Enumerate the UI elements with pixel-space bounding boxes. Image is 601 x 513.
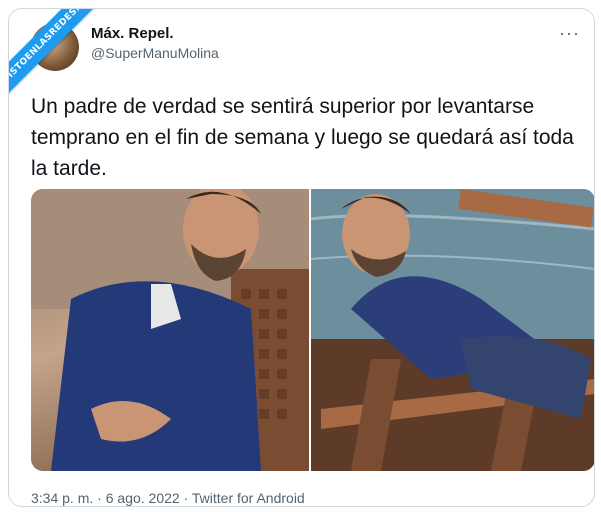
tweet-time[interactable]: 3:34 p. m. (31, 490, 93, 506)
photo-right-illustration (311, 189, 594, 471)
tweet-footer: 3:34 p. m. · 6 ago. 2022 · Twitter for A… (31, 490, 305, 506)
photo-left-illustration (31, 189, 309, 471)
tweet-card: VISTOENLASREDES.COM Máx. Repel. @SuperMa… (8, 8, 595, 507)
tweet-date[interactable]: 6 ago. 2022 (106, 490, 180, 506)
more-horizontal-icon[interactable]: ··· (559, 23, 580, 44)
photo-man-sleeping-boat[interactable] (311, 189, 594, 471)
author-handle[interactable]: @SuperManuMolina (91, 45, 219, 61)
media-grid (31, 189, 594, 471)
tweet-text: Un padre de verdad se sentirá superior p… (31, 95, 574, 180)
photo-man-sleeping-chair[interactable] (31, 189, 309, 471)
author-name[interactable]: Máx. Repel. (91, 25, 174, 42)
separator: · (93, 490, 106, 506)
tweet-source[interactable]: Twitter for Android (192, 490, 305, 506)
separator: · (179, 490, 192, 506)
